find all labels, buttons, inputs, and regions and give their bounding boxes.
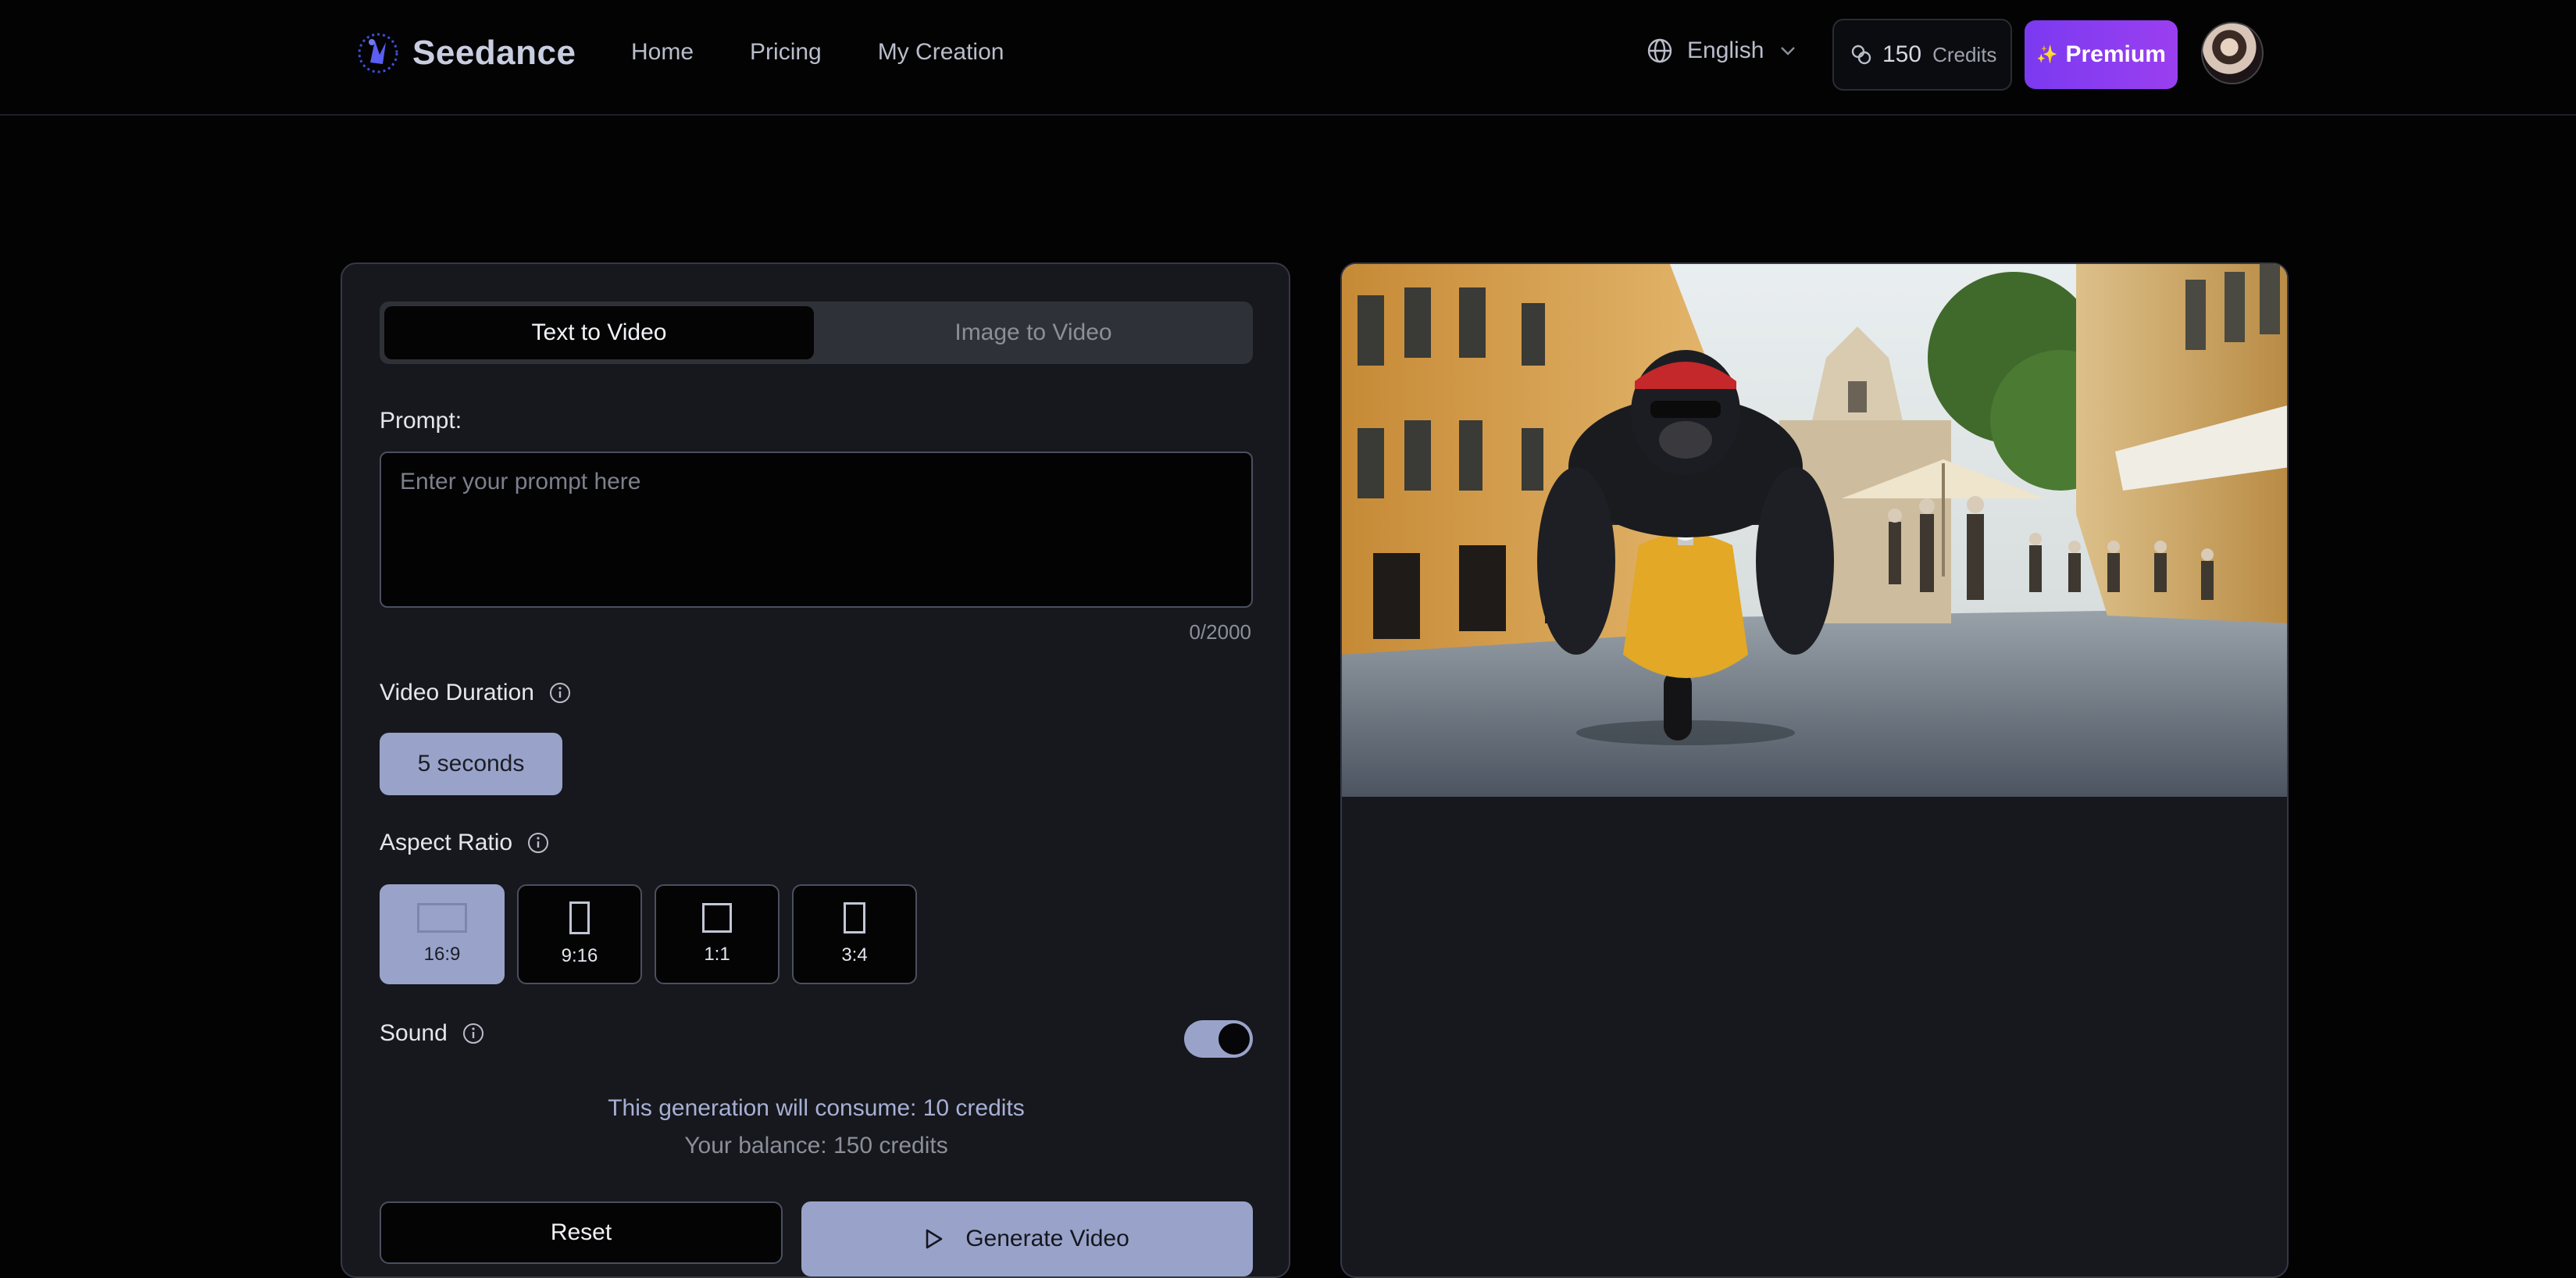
nav-pricing[interactable]: Pricing [750, 39, 822, 66]
sparkle-icon: ✨ [2036, 45, 2058, 64]
credits-value: 150 [1882, 41, 1922, 67]
globe-icon [1647, 38, 1672, 63]
sound-toggle[interactable] [1184, 1020, 1253, 1058]
credits-label: Credits [1932, 42, 1997, 66]
duration-label: Video Duration [380, 680, 572, 706]
aspect-ratio-label: 3:4 [841, 944, 868, 966]
aspect-ratio-label-text: Aspect Ratio [380, 830, 513, 855]
brand-name: Seedance [412, 34, 576, 72]
reset-label: Reset [550, 1219, 612, 1245]
balance-text: Your balance: 150 credits [684, 1133, 948, 1158]
aspect-ratio-9-16[interactable]: 9:16 [517, 884, 642, 984]
credit-consumption-text: This generation will consume: 10 credits [608, 1095, 1025, 1121]
coins-icon [1851, 45, 1871, 65]
info-icon[interactable] [548, 681, 572, 705]
aspect-ratio-options: 16:9 9:16 1:1 3:4 [380, 884, 917, 984]
aspect-ratio-label: 9:16 [561, 945, 598, 966]
language-selector[interactable]: English [1647, 37, 1811, 64]
aspect-ratio-16-9[interactable]: 16:9 [380, 884, 505, 984]
brand-logo[interactable]: Seedance [356, 31, 576, 75]
square-shape-icon [702, 903, 732, 933]
premium-button[interactable]: ✨ Premium [2025, 20, 2178, 89]
aspect-ratio-label: 1:1 [704, 944, 730, 965]
user-avatar[interactable] [2201, 22, 2264, 84]
generate-label: Generate Video [965, 1226, 1129, 1251]
sound-label-text: Sound [380, 1020, 448, 1046]
top-navbar: Seedance Home Pricing My Creation Englis… [0, 0, 2576, 116]
info-icon[interactable] [462, 1022, 485, 1045]
tab-text-to-video[interactable]: Text to Video [384, 306, 814, 359]
main-nav: Home Pricing My Creation [631, 39, 1060, 66]
landscape-shape-icon [417, 903, 467, 933]
credits-badge[interactable]: 150 Credits [1832, 19, 2012, 91]
nav-my-creation[interactable]: My Creation [878, 39, 1004, 66]
aspect-ratio-label: 16:9 [423, 944, 461, 965]
sample-video-preview-image[interactable] [1342, 264, 2289, 797]
language-label: English [1687, 37, 1764, 63]
info-icon[interactable] [526, 831, 550, 855]
reset-button[interactable]: Reset [380, 1201, 783, 1264]
portrait-shape-icon [844, 902, 865, 934]
nav-home[interactable]: Home [631, 39, 694, 66]
play-icon [926, 1229, 943, 1249]
duration-label-text: Video Duration [380, 680, 534, 705]
duration-option-5s[interactable]: 5 seconds [380, 733, 562, 795]
prompt-char-counter: 0/2000 [1189, 620, 1251, 644]
prompt-label: Prompt: [380, 408, 462, 434]
premium-label: Premium [2065, 41, 2166, 67]
mode-tabs: Text to Video Image to Video [380, 302, 1253, 364]
sound-label: Sound [380, 1020, 485, 1047]
prompt-label-text: Prompt: [380, 408, 462, 434]
generator-panel: Text to Video Image to Video Prompt: 0/2… [341, 262, 1290, 1278]
aspect-ratio-1-1[interactable]: 1:1 [655, 884, 780, 984]
aspect-ratio-label: Aspect Ratio [380, 830, 550, 856]
toggle-knob [1218, 1023, 1250, 1055]
generate-video-button[interactable]: Generate Video [801, 1201, 1253, 1276]
prompt-input[interactable] [380, 452, 1253, 608]
portrait-shape-icon [569, 901, 590, 934]
aspect-ratio-3-4[interactable]: 3:4 [792, 884, 917, 984]
chevron-down-icon [1781, 47, 1796, 55]
seedance-logo-icon [358, 33, 398, 73]
tab-image-to-video[interactable]: Image to Video [819, 306, 1248, 359]
video-preview-panel [1340, 262, 2289, 1278]
